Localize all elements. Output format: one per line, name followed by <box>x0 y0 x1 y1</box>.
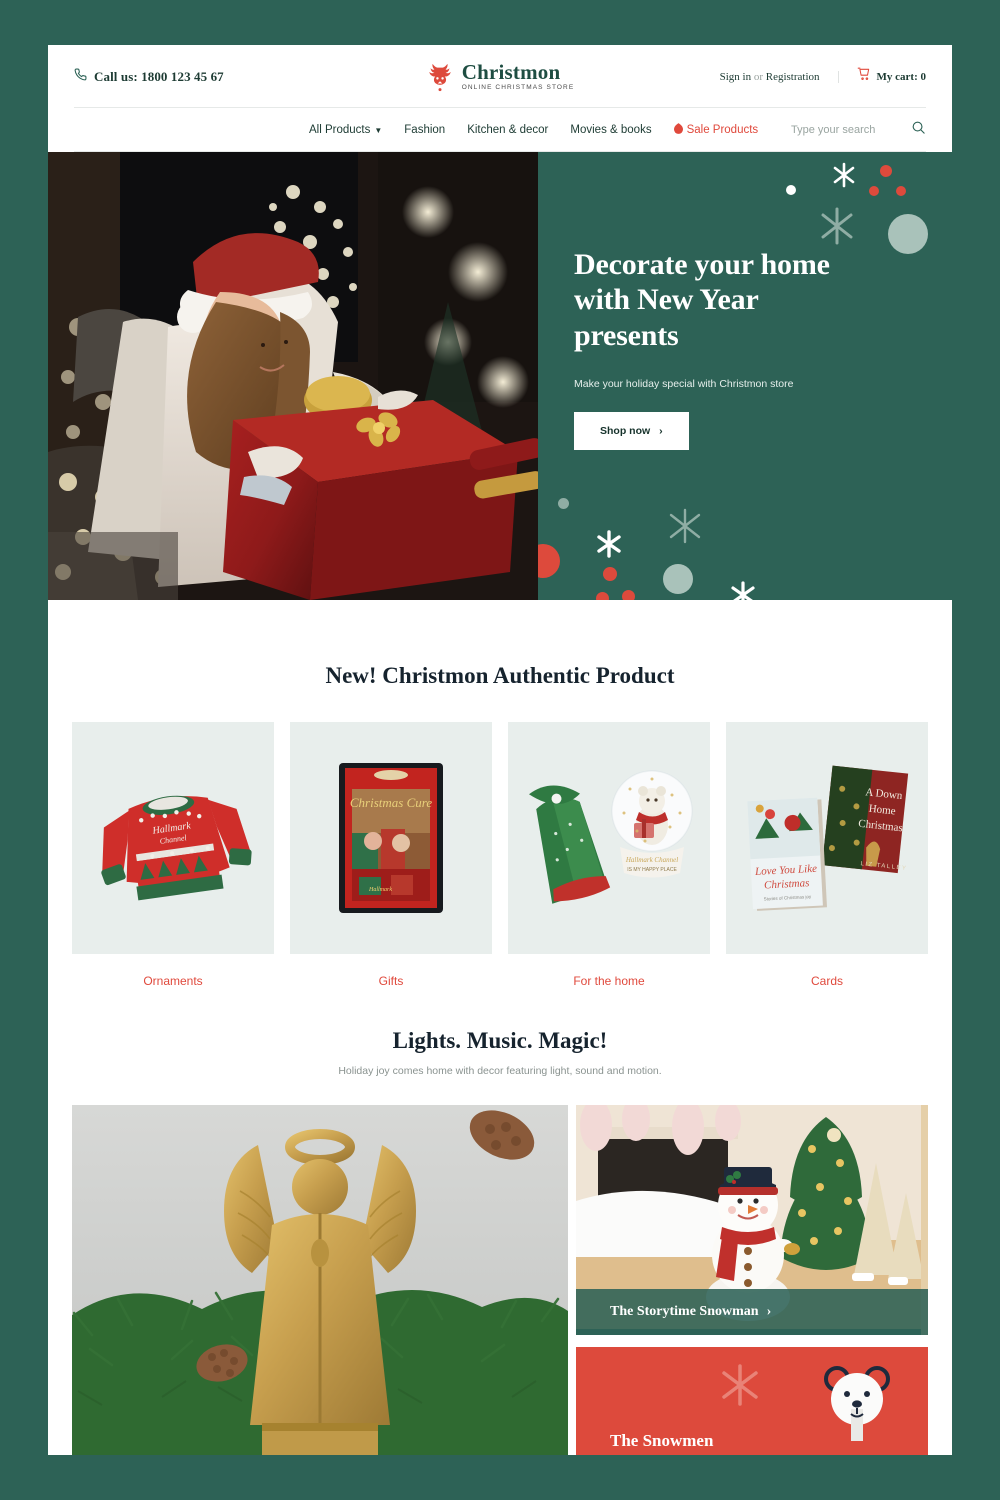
hero-title: Decorate your home with New Year present… <box>574 248 830 352</box>
dot-red-large-icon <box>538 544 560 583</box>
lights-grid: The Storytime Snowman › The Snowmen <box>48 1105 952 1455</box>
category-card-ornaments[interactable]: Hallmark Channel Ornaments <box>72 722 274 988</box>
snowflake-pale-icon <box>816 205 858 252</box>
dot-red-icon <box>622 590 635 600</box>
snowmen-label: The Snowmen <box>610 1431 714 1450</box>
phone-icon <box>74 68 87 86</box>
dot-red-icon <box>880 164 892 182</box>
phone-block: Call us: 1800 123 45 67 <box>74 68 426 86</box>
category-image-gifts: Christmas Cure Hallmark <box>290 722 492 954</box>
cart-button[interactable]: My cart: 0 <box>839 67 926 86</box>
nav-item-sale-products[interactable]: Sale Products <box>673 123 759 137</box>
dot-red-icon <box>603 567 617 586</box>
chevron-down-icon: ▼ <box>374 125 383 135</box>
category-label-for-the-home[interactable]: For the home <box>508 974 710 988</box>
category-grid: Hallmark Channel Ornaments Christmas Cur… <box>48 722 952 988</box>
dot-red-icon <box>596 592 609 600</box>
products-section-title: New! Christmon Authentic Product <box>325 663 675 688</box>
svg-text:IS MY HAPPY PLACE: IS MY HAPPY PLACE <box>627 867 677 873</box>
category-image-ornaments: Hallmark Channel <box>72 722 274 954</box>
category-image-for-the-home: Hallmark Channel IS MY HAPPY PLACE <box>508 722 710 954</box>
sale-tag-icon <box>673 123 683 137</box>
polar-bear-icon <box>821 1363 893 1446</box>
hero-subtitle: Make your holiday special with Christmon… <box>574 378 794 391</box>
category-label-cards[interactable]: Cards <box>726 974 928 988</box>
top-bar: Call us: 1800 123 45 67 Christmon ONLINE… <box>48 45 952 108</box>
logo-text-block: Christmon ONLINE CHRISTMAS STORE <box>461 59 575 92</box>
category-label-ornaments[interactable]: Ornaments <box>72 974 274 988</box>
cart-label: My cart: 0 <box>876 70 927 83</box>
hero-image <box>48 152 538 600</box>
or-separator: or <box>751 70 766 83</box>
circle-pale-icon <box>888 214 928 259</box>
snowflake-white-icon <box>593 528 625 565</box>
page-root: Call us: 1800 123 45 67 Christmon ONLINE… <box>48 45 952 1455</box>
dot-white-icon <box>786 182 796 200</box>
svg-text:Hallmark: Hallmark <box>368 887 392 893</box>
nav-label: All Products <box>309 124 371 136</box>
main-nav: All Products ▼ Fashion Kitchen & decor M… <box>48 108 952 152</box>
registration-link[interactable]: Registration <box>766 71 820 83</box>
storytime-snowman-label: The Storytime Snowman <box>610 1304 759 1319</box>
category-card-for-the-home[interactable]: Hallmark Channel IS MY HAPPY PLACE For t… <box>508 722 710 988</box>
nav-item-movies-books[interactable]: Movies & books <box>570 124 651 136</box>
snowflake-white-icon <box>830 161 858 194</box>
snowflake-white-icon <box>728 580 758 600</box>
nav-items: All Products ▼ Fashion Kitchen & decor M… <box>309 123 758 137</box>
reindeer-icon <box>426 62 454 92</box>
phone-label: Call us: 1800 123 45 67 <box>94 68 224 84</box>
chevron-right-icon: › <box>659 425 663 438</box>
category-card-gifts[interactable]: Christmas Cure Hallmark Gifts <box>290 722 492 988</box>
dot-red-icon <box>896 183 906 201</box>
lights-section: Lights. Music. Magic! Holiday joy comes … <box>48 1028 952 1455</box>
nav-item-fashion[interactable]: Fashion <box>404 124 445 136</box>
lights-section-title: Lights. Music. Magic! <box>392 1028 608 1053</box>
nav-item-kitchen-decor[interactable]: Kitchen & decor <box>467 124 548 136</box>
nav-item-all-products[interactable]: All Products ▼ <box>309 124 382 136</box>
svg-text:Hallmark Channel: Hallmark Channel <box>625 856 678 864</box>
snowflake-pale-red-icon <box>716 1361 764 1414</box>
shop-now-label: Shop now <box>600 425 651 438</box>
products-section: New! Christmon Authentic Product Hallmar… <box>48 663 952 988</box>
chevron-right-icon: › <box>766 1304 772 1319</box>
dot-red-icon <box>869 183 879 201</box>
storytime-snowman-card[interactable]: The Storytime Snowman › <box>576 1105 928 1335</box>
snowmen-card[interactable]: The Snowmen <box>576 1347 928 1455</box>
search-input[interactable] <box>791 124 895 136</box>
cart-icon <box>857 67 871 86</box>
top-right-actions: Sign in or Registration My cart: 0 <box>574 67 926 86</box>
dot-pale-icon <box>558 496 569 514</box>
logo-tagline: ONLINE CHRISTMAS STORE <box>461 83 575 91</box>
storytime-snowman-label-bar[interactable]: The Storytime Snowman › <box>576 1289 928 1335</box>
site-logo[interactable]: Christmon ONLINE CHRISTMAS STORE <box>426 59 575 92</box>
lights-right-column: The Storytime Snowman › The Snowmen <box>576 1105 928 1455</box>
angel-card[interactable] <box>72 1105 568 1455</box>
nav-label: Sale Products <box>686 124 759 136</box>
svg-text:Christmas Cure: Christmas Cure <box>350 795 432 810</box>
hero-content: Decorate your home with New Year present… <box>538 152 952 600</box>
category-card-cards[interactable]: A Down Home Christmas LIZ TALLEY Love Yo… <box>726 722 928 988</box>
account-links: Sign in or Registration <box>720 70 839 83</box>
svg-text:Christmas: Christmas <box>764 877 810 891</box>
snowflake-pale-icon <box>666 507 704 550</box>
hero-banner: Decorate your home with New Year present… <box>48 152 952 600</box>
sign-in-link[interactable]: Sign in <box>720 71 751 83</box>
shop-now-button[interactable]: Shop now › <box>574 412 689 451</box>
search-icon[interactable] <box>911 120 926 140</box>
logo-name: Christmon <box>461 59 561 84</box>
lights-section-subtitle: Holiday joy comes home with decor featur… <box>338 1065 662 1077</box>
circle-pale-icon <box>663 564 693 599</box>
search-box <box>791 120 926 140</box>
category-image-cards: A Down Home Christmas LIZ TALLEY Love Yo… <box>726 722 928 954</box>
category-label-gifts[interactable]: Gifts <box>290 974 492 988</box>
